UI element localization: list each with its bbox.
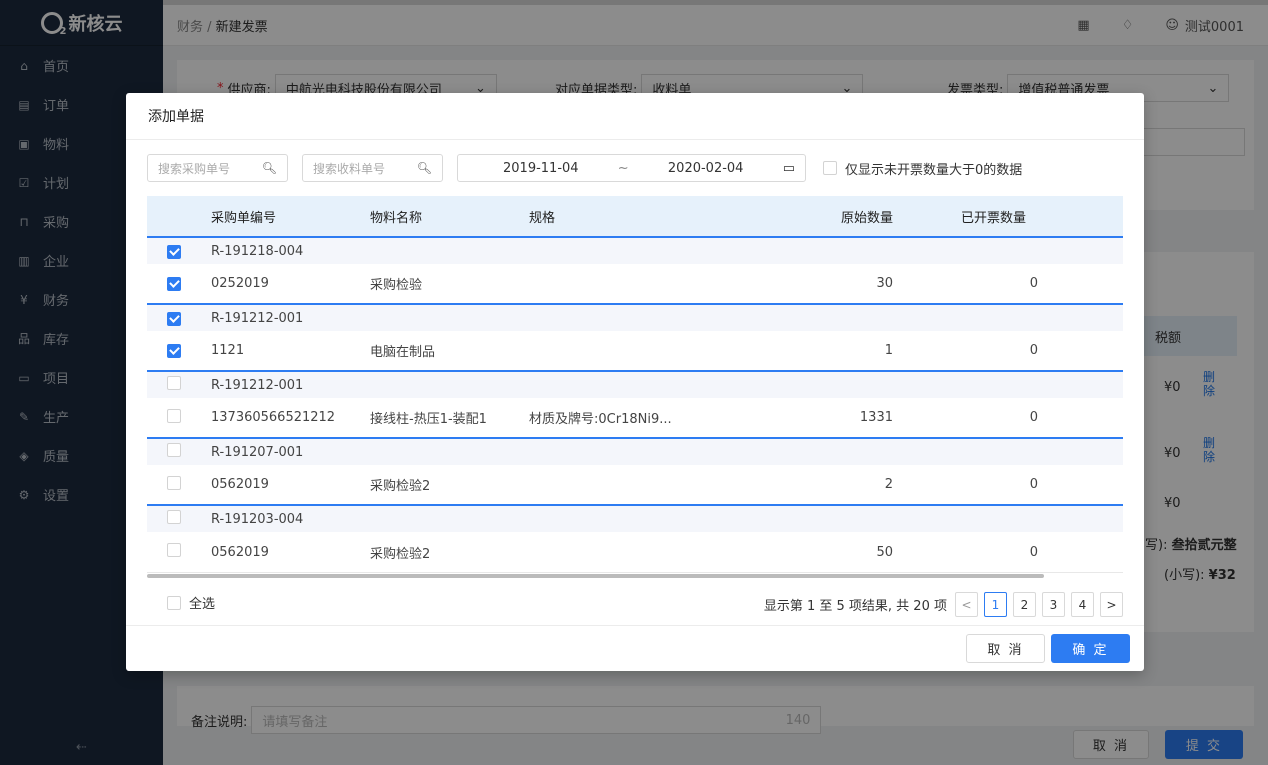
- cell-material-name: 电脑在制品: [370, 345, 436, 360]
- cancel-button[interactable]: 取 消: [966, 634, 1045, 663]
- date-separator: ~: [617, 160, 629, 176]
- cell-original-qty: 30: [876, 276, 893, 291]
- only-uninvoiced-label: 仅显示未开票数量大于0的数据: [845, 162, 1023, 178]
- pagination-summary: 显示第 1 至 5 项结果, 共 20 项: [763, 599, 947, 614]
- only-uninvoiced-checkbox[interactable]: [823, 161, 837, 175]
- cell-original-qty: 2: [884, 477, 893, 492]
- column-header-material-name: 物料名称: [370, 210, 423, 226]
- search-po-input[interactable]: 搜索采购单号 🔍︎: [147, 154, 288, 182]
- group-row: R-191212-001: [147, 372, 1123, 398]
- calendar-icon: ▭: [782, 160, 795, 176]
- cell-spec: 材质及牌号:0Cr18Ni9...: [529, 412, 672, 427]
- date-start: 2019-11-04: [503, 160, 579, 176]
- table-row[interactable]: 1121 电脑在制品 1 0: [147, 331, 1123, 372]
- cell-invoiced-qty: 0: [1029, 276, 1038, 291]
- cell-po-no: 0562019: [211, 477, 269, 492]
- cell-po-no: 137360566521212: [211, 410, 336, 425]
- cell-material-name: 接线柱-热压1-装配1: [370, 412, 487, 427]
- table-row[interactable]: 0252019 采购检验 30 0: [147, 264, 1123, 305]
- row-checkbox[interactable]: [167, 475, 181, 490]
- group-row: R-191207-001: [147, 439, 1123, 465]
- modal-title: 添加单据: [126, 93, 1144, 140]
- group-checkbox[interactable]: [167, 311, 181, 326]
- column-header-original-qty: 原始数量: [840, 210, 893, 226]
- table-row[interactable]: 0562019 采购检验2 50 0: [147, 532, 1123, 573]
- group-checkbox[interactable]: [167, 443, 181, 457]
- search-po-placeholder: 搜索采购单号: [158, 161, 231, 176]
- cell-po-no: 0252019: [211, 276, 269, 291]
- cell-original-qty: 1: [884, 343, 893, 358]
- search-receipt-input[interactable]: 搜索收料单号 🔍︎: [302, 154, 443, 182]
- page-button-1[interactable]: 1: [984, 592, 1007, 617]
- cell-invoiced-qty: 0: [1029, 544, 1038, 560]
- cell-material-name: 采购检验2: [370, 546, 431, 562]
- group-row: R-191203-004: [147, 506, 1123, 532]
- column-header-po-no: 采购单编号: [211, 210, 277, 226]
- group-checkbox[interactable]: [167, 244, 181, 259]
- row-checkbox[interactable]: [167, 344, 181, 358]
- group-code: R-191207-001: [211, 444, 304, 460]
- page-button-2[interactable]: 2: [1013, 592, 1036, 617]
- horizontal-scrollbar[interactable]: [147, 574, 1044, 578]
- search-receipt-placeholder: 搜索收料单号: [313, 161, 386, 176]
- cell-invoiced-qty: 0: [1029, 343, 1038, 358]
- filter-bar: 搜索采购单号 🔍︎ 搜索收料单号 🔍︎ 2019-11-04 ~ 2020-02…: [147, 154, 1022, 182]
- group-checkbox[interactable]: [167, 376, 181, 390]
- page-list: 1234: [984, 592, 1094, 617]
- prev-page-button[interactable]: <: [955, 592, 978, 617]
- column-header-invoiced-qty: 已开票数量: [960, 210, 1026, 226]
- group-row: R-191212-001: [147, 305, 1123, 331]
- date-end: 2020-02-04: [667, 160, 744, 176]
- cell-invoiced-qty: 0: [1029, 410, 1038, 425]
- add-document-modal: 添加单据 搜索采购单号 🔍︎ 搜索收料单号 🔍︎ 2019-11-04 ~ 20…: [126, 93, 1144, 671]
- cell-material-name: 采购检验: [370, 278, 423, 293]
- table-row[interactable]: 0562019 采购检验2 2 0: [147, 465, 1123, 506]
- search-icon: 🔍︎: [261, 161, 277, 175]
- cell-po-no: 1121: [211, 343, 245, 358]
- select-all-checkbox[interactable]: [167, 595, 181, 610]
- cell-material-name: 采购检验2: [370, 479, 431, 494]
- group-checkbox[interactable]: [167, 510, 181, 524]
- confirm-button[interactable]: 确 定: [1051, 634, 1130, 663]
- row-checkbox[interactable]: [167, 277, 181, 291]
- only-uninvoiced-filter[interactable]: 仅显示未开票数量大于0的数据: [823, 159, 1022, 178]
- select-all-label: 全选: [189, 597, 216, 612]
- group-code: R-191218-004: [211, 243, 304, 259]
- row-checkbox[interactable]: [167, 543, 181, 557]
- column-header-spec: 规格: [529, 210, 556, 226]
- group-code: R-191203-004: [211, 511, 304, 527]
- table-header: 采购单编号 物料名称 规格 原始数量 已开票数量: [147, 196, 1123, 238]
- page-button-3[interactable]: 3: [1042, 592, 1065, 617]
- date-range-picker[interactable]: 2019-11-04 ~ 2020-02-04 ▭: [457, 154, 806, 182]
- table-body: R-191218-004 0252019 采购检验 30 0 R-191212-001 11…: [147, 238, 1123, 573]
- search-icon: 🔍︎: [416, 161, 432, 175]
- group-code: R-191212-001: [211, 377, 304, 393]
- table-row[interactable]: 137360566521212 接线柱-热压1-装配1 材质及牌号:0Cr18Ni9…: [147, 398, 1123, 439]
- cell-original-qty: 1331: [859, 410, 893, 425]
- pagination: 显示第 1 至 5 项结果, 共 20 项 < 1234 >: [764, 592, 1123, 617]
- select-all[interactable]: 全选: [167, 593, 215, 612]
- cell-invoiced-qty: 0: [1029, 477, 1038, 492]
- group-code: R-191212-001: [211, 310, 304, 326]
- next-page-button[interactable]: >: [1100, 592, 1123, 617]
- page-button-4[interactable]: 4: [1071, 592, 1094, 617]
- cell-po-no: 0562019: [211, 544, 269, 560]
- row-checkbox[interactable]: [167, 408, 181, 423]
- cell-original-qty: 50: [876, 544, 893, 560]
- document-table: 采购单编号 物料名称 规格 原始数量 已开票数量 R-191218-004 025…: [147, 196, 1123, 573]
- group-row: R-191218-004: [147, 238, 1123, 264]
